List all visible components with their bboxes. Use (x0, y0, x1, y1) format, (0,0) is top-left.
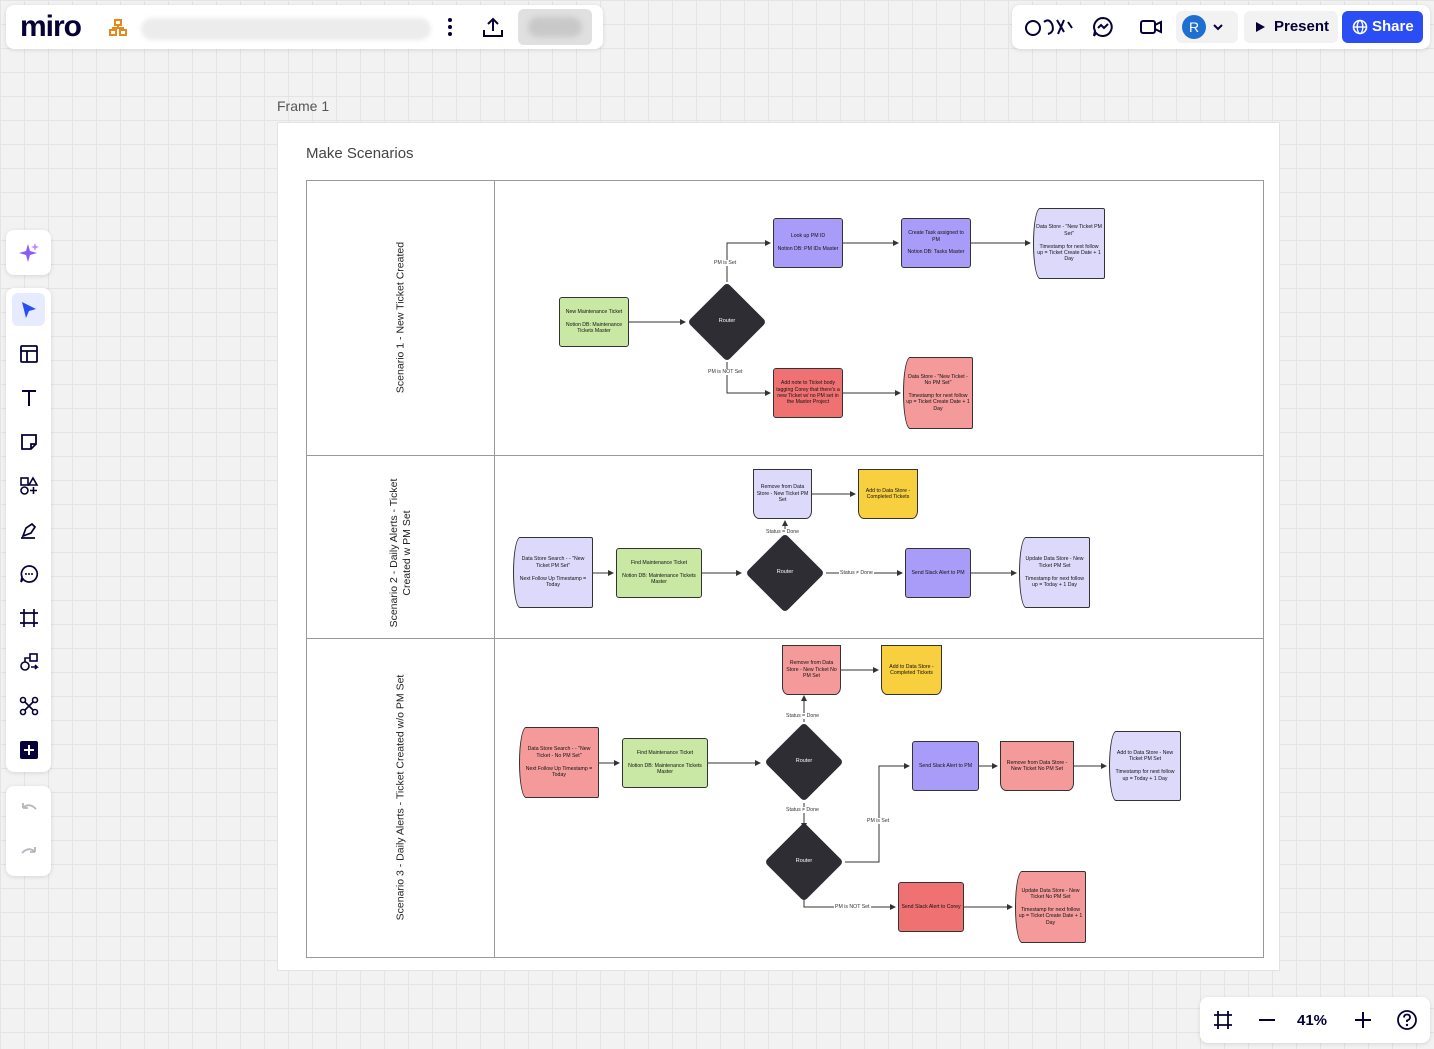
play-icon (1256, 22, 1265, 32)
video-call-icon[interactable] (1138, 14, 1164, 40)
s3-pm-not-set-label: PM is NOT Set (834, 904, 871, 910)
s2-router-label: Router (776, 569, 794, 575)
select-tool[interactable] (12, 293, 45, 326)
lane-label-1: Scenario 1 - New Ticket Created (394, 241, 407, 394)
zoom-in-icon[interactable] (1352, 1009, 1374, 1031)
s2-datastore-search-node[interactable]: Data Store Search - - "New Ticket PM Set… (513, 537, 593, 608)
sparkle-icon (18, 242, 39, 262)
history-panel (6, 786, 51, 876)
text-icon (21, 389, 36, 406)
s3-update-datastore-node[interactable]: Update Data Store - New Ticket No PM Set… (1015, 871, 1086, 943)
tools-panel (6, 288, 51, 772)
help-icon[interactable] (1396, 1009, 1418, 1031)
zoom-controls: 41% (1200, 997, 1430, 1043)
globe-icon (1352, 19, 1368, 35)
shapes-icon (19, 475, 38, 495)
s2-slack-alert-node[interactable]: Send Slack Alert to PM (905, 548, 971, 598)
diagram-title[interactable]: Make Scenarios (306, 145, 414, 162)
frame-tool[interactable] (12, 601, 45, 634)
pen-tool[interactable] (12, 513, 45, 546)
s1-create-task-node[interactable]: Create Task assigned to PM Notion DB: Ta… (901, 218, 971, 268)
undo-button[interactable] (12, 792, 45, 825)
text-tool[interactable] (12, 381, 45, 414)
cursor-icon (21, 301, 36, 318)
lane-label-2-line1: Scenario 2 - Daily Alerts - Ticket (388, 478, 400, 628)
undo-icon (21, 802, 37, 810)
s3-find-ticket-node[interactable]: Find Maintenance Ticket Notion DB: Maint… (622, 738, 708, 788)
sticky-note-icon (20, 433, 37, 450)
s1-router-label: Router (718, 318, 736, 324)
more-options-icon[interactable] (442, 15, 458, 39)
s3-router-1-label: Router (795, 758, 813, 764)
lane-label-2: Scenario 2 - Daily Alerts - Ticket Creat… (388, 453, 414, 653)
redo-button[interactable] (12, 836, 45, 869)
s2-remove-node[interactable]: Remove from Data Store - New Ticket PM S… (753, 469, 812, 519)
share-button[interactable]: Share (1342, 11, 1423, 43)
present-label: Present (1274, 18, 1330, 35)
s2-done-label: Status = Done (765, 529, 801, 535)
s3-remove-node[interactable]: Remove from Data Store - New Ticket No P… (782, 645, 841, 695)
zoom-level[interactable]: 41% (1297, 1012, 1327, 1029)
s1-datastore-pm-set-node[interactable]: Data Store - "New Ticket PM Set" Timesta… (1033, 208, 1105, 279)
chevron-down-icon[interactable] (1210, 19, 1226, 35)
templates-tool[interactable] (12, 337, 45, 370)
reactions-icon[interactable] (1024, 14, 1074, 40)
s3-pm-set-label: PM is Set (866, 818, 891, 824)
collaborator-avatar-redacted[interactable] (518, 9, 592, 45)
s2-not-done-label: Status ≠ Done (839, 570, 874, 576)
lane-label-2-line2: Created w PM Set (401, 510, 413, 596)
s3-slack-corey-node[interactable]: Send Slack Alert to Corey (898, 882, 964, 932)
comment-tool[interactable] (12, 557, 45, 590)
s1-datastore-no-pm-node[interactable]: Data Store - "New Ticket - No PM Set" Ti… (903, 357, 973, 429)
export-upload-icon[interactable] (480, 15, 506, 41)
fit-to-screen-icon[interactable] (1212, 1009, 1234, 1031)
s3-datastore-search-node[interactable]: Data Store Search - - "New Ticket - No P… (519, 727, 599, 798)
frame-icon (19, 608, 38, 627)
s1-add-note-node[interactable]: Add note to Ticket body tagging Corey th… (773, 368, 843, 418)
mind-map-icon (19, 696, 38, 715)
board-name-redacted[interactable] (141, 18, 431, 40)
s1-pm-set-label: PM is Set (713, 260, 738, 266)
diagram-tool[interactable] (12, 645, 45, 678)
collaboration-toolbar: R Present Share (1012, 5, 1430, 49)
pen-icon (20, 522, 36, 539)
s2-find-ticket-node[interactable]: Find Maintenance Ticket Notion DB: Maint… (616, 548, 702, 598)
s1-new-ticket-node[interactable]: New Maintenance Ticket Notion DB: Mainte… (559, 297, 629, 347)
diagram-icon (19, 652, 39, 671)
s3-slack-pm-node[interactable]: Send Slack Alert to PM (912, 741, 979, 791)
plus-square-icon (19, 740, 38, 759)
ai-panel (6, 230, 51, 275)
s3-not-done-label: Status ≠ Done (785, 807, 820, 813)
redo-icon (20, 846, 36, 854)
chat-icon[interactable] (1090, 14, 1116, 40)
comment-icon (19, 564, 38, 583)
board-header: miro (6, 5, 603, 49)
more-tools-button[interactable] (12, 733, 45, 766)
s3-remove-2-node[interactable]: Remove from Data Store - New Ticket No P… (1000, 741, 1074, 791)
template-icon (19, 344, 38, 363)
sticky-note-tool[interactable] (12, 425, 45, 458)
s2-add-completed-node[interactable]: Add to Data Store - Completed Tickets (858, 469, 918, 519)
s3-add-pm-set-node[interactable]: Add to Data Store - New Ticket PM Set Ti… (1109, 731, 1181, 801)
s1-lookup-pm-node[interactable]: Look up PM ID Notion DB: PM IDs Master (773, 218, 843, 268)
ai-sparkle-button[interactable] (12, 236, 45, 269)
shapes-tool[interactable] (12, 469, 45, 502)
share-label: Share (1372, 18, 1414, 35)
s3-done-label: Status = Done (785, 713, 821, 719)
s2-update-datastore-node[interactable]: Update Data Store - New Ticket PM Set Ti… (1019, 537, 1090, 608)
board-structure-icon[interactable] (108, 18, 128, 38)
frame-label[interactable]: Frame 1 (277, 98, 329, 114)
s1-pm-not-set-label: PM is NOT Set (707, 369, 744, 375)
present-button[interactable]: Present (1244, 11, 1338, 43)
mind-map-tool[interactable] (12, 689, 45, 722)
user-avatar[interactable]: R (1182, 15, 1206, 39)
lane-label-3: Scenario 3 - Daily Alerts - Ticket Creat… (394, 674, 407, 921)
miro-logo[interactable]: miro (20, 10, 82, 44)
s3-router-2-label: Router (795, 858, 813, 864)
s3-add-completed-node[interactable]: Add to Data Store - Completed Tickets (881, 645, 942, 695)
zoom-out-icon[interactable] (1256, 1009, 1278, 1031)
